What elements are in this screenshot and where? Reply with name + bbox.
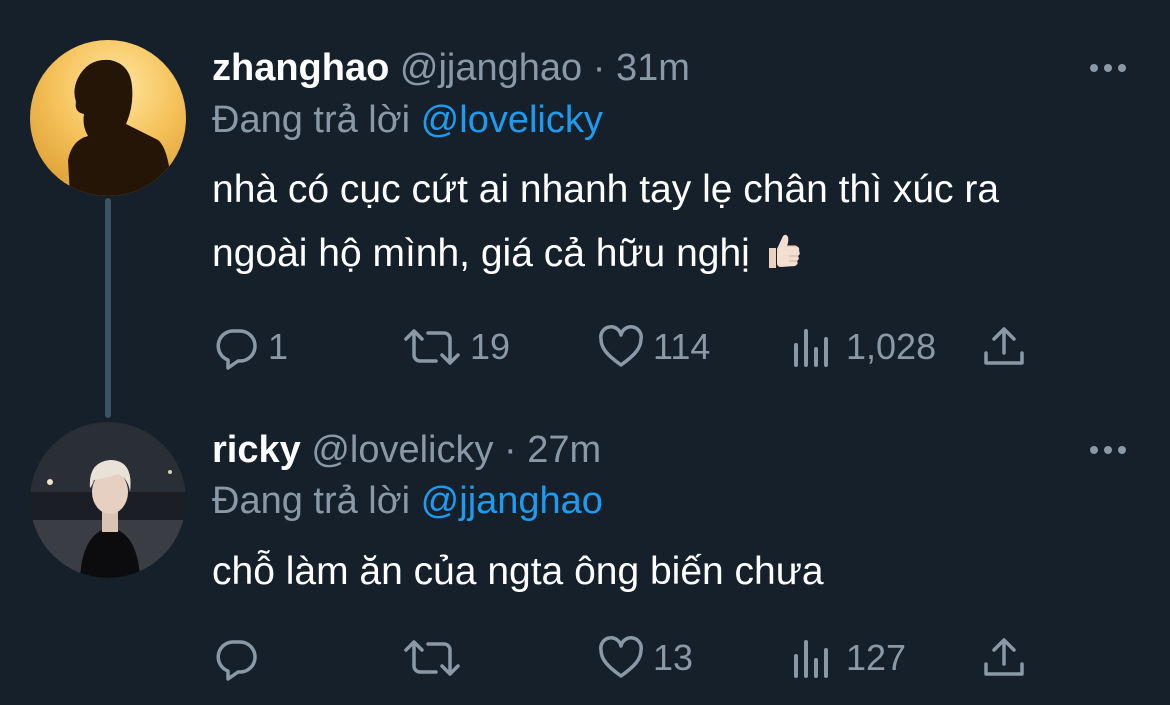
like-count: 114 [653, 326, 711, 367]
user-handle[interactable]: @lovelicky [311, 429, 493, 471]
reply-count: 1 [268, 326, 289, 367]
tweet-text-line: chỗ làm ăn của ngta ông biến chưa [212, 550, 824, 593]
like-icon [599, 636, 643, 678]
thumbs-up-emoji-icon [768, 234, 800, 268]
avatar-image [30, 422, 186, 578]
tweet-text: nhà có cục cứt ai nhanh tay lẹ chân thì … [212, 158, 1132, 286]
tweet[interactable]: ricky @lovelicky · 27m Đang trả lời @jja… [0, 400, 1170, 705]
tweet-actions: 13 127 [212, 633, 1112, 683]
reply-button[interactable] [212, 633, 268, 683]
separator: · [592, 47, 606, 89]
avatar[interactable] [30, 422, 186, 578]
reply-icon [216, 329, 257, 370]
tweet[interactable]: zhanghao @jjanghao · 31m Đang trả lời @l… [0, 0, 1170, 400]
display-name[interactable]: zhanghao [212, 47, 389, 89]
tweet-text-line: nhà có cục cứt ai nhanh tay lẹ chân thì … [212, 168, 1000, 211]
retweet-icon [404, 329, 460, 365]
like-button[interactable]: 114 [597, 322, 710, 372]
more-icon[interactable] [1086, 58, 1130, 78]
views-count: 127 [846, 637, 907, 678]
retweet-icon [404, 640, 460, 676]
avatar[interactable] [30, 40, 186, 196]
tweet-text-line: ngoài hộ mình, giá cả hữu nghị [212, 222, 1132, 286]
timestamp[interactable]: 27m [527, 429, 601, 471]
replying-prefix: Đang trả lời [212, 99, 411, 141]
replying-to: Đang trả lời @jjanghao [212, 478, 603, 524]
conversation-thread: zhanghao @jjanghao · 31m Đang trả lời @l… [0, 0, 1170, 705]
share-icon [984, 327, 1024, 365]
reply-button[interactable]: 1 [212, 322, 288, 372]
tweet-actions: 1 19 114 1,028 [212, 322, 1112, 372]
like-icon [599, 325, 643, 367]
like-button[interactable]: 13 [597, 633, 693, 683]
user-handle[interactable]: @jjanghao [400, 47, 582, 89]
views-icon [794, 329, 828, 367]
retweet-button[interactable] [402, 633, 470, 683]
display-name[interactable]: ricky [212, 429, 301, 471]
more-icon[interactable] [1086, 440, 1130, 460]
retweet-count: 19 [470, 326, 511, 367]
separator: · [504, 429, 517, 471]
share-button[interactable] [980, 322, 1028, 372]
retweet-button[interactable]: 19 [402, 322, 510, 372]
avatar-image [30, 40, 186, 196]
share-button[interactable] [980, 633, 1028, 683]
views-button[interactable]: 1,028 [790, 322, 936, 372]
tweet-header: zhanghao @jjanghao · 31m [212, 45, 690, 91]
timestamp[interactable]: 31m [616, 47, 690, 89]
views-button[interactable]: 127 [790, 633, 906, 683]
views-icon [794, 640, 828, 678]
tweet-text: chỗ làm ăn của ngta ông biến chưa [212, 540, 1132, 604]
replying-mention[interactable]: @lovelicky [421, 99, 603, 141]
replying-mention[interactable]: @jjanghao [421, 480, 603, 522]
views-count: 1,028 [846, 326, 937, 367]
like-count: 13 [653, 637, 694, 678]
reply-icon [216, 640, 257, 681]
replying-to: Đang trả lời @lovelicky [212, 97, 603, 143]
share-icon [984, 638, 1024, 676]
tweet-header: ricky @lovelicky · 27m [212, 427, 601, 473]
replying-prefix: Đang trả lời [212, 480, 411, 522]
